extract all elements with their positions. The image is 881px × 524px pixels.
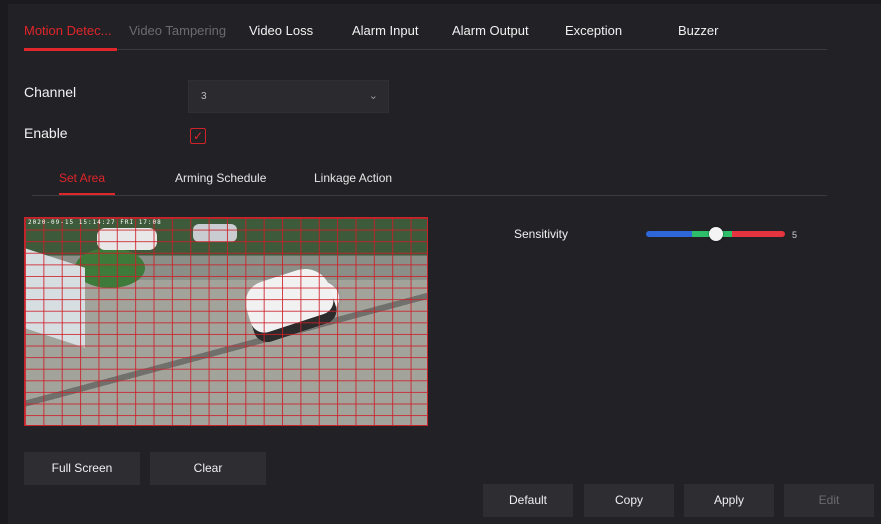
channel-select[interactable]: 3 ⌄ [188, 80, 389, 113]
channel-select-value: 3 [201, 91, 207, 102]
sensitivity-slider-knob[interactable] [709, 227, 723, 241]
clear-button[interactable]: Clear [150, 452, 266, 485]
channel-label: Channel [24, 84, 77, 100]
sensitivity-label: Sensitivity [514, 227, 569, 241]
video-osd-timestamp: 2020-09-15 15:14:27 FRI 17:08 [28, 219, 162, 226]
chevron-down-icon: ⌄ [368, 90, 378, 102]
checkmark-icon: ✓ [192, 129, 204, 143]
tab-alarm-input[interactable]: Alarm Input [352, 23, 418, 38]
motion-area-video-preview[interactable]: 2020-09-15 15:14:27 FRI 17:08 [24, 217, 428, 426]
enable-checkbox[interactable]: ✓ [190, 128, 206, 144]
subtab-linkage-action[interactable]: Linkage Action [314, 171, 392, 185]
apply-button[interactable]: Apply [684, 484, 774, 517]
alarm-tab-bar: Motion Detec... Video Tampering Video Lo… [24, 4, 827, 51]
copy-button[interactable]: Copy [584, 484, 674, 517]
enable-label: Enable [24, 125, 68, 141]
default-button[interactable]: Default [483, 484, 573, 517]
active-tab-indicator [24, 48, 117, 51]
tab-buzzer[interactable]: Buzzer [678, 23, 718, 38]
sensitivity-value: 5 [792, 230, 798, 240]
tab-alarm-output[interactable]: Alarm Output [452, 23, 529, 38]
subtab-arming-schedule[interactable]: Arming Schedule [175, 171, 266, 185]
tab-motion-detection[interactable]: Motion Detec... [24, 23, 111, 38]
tab-video-loss[interactable]: Video Loss [249, 23, 313, 38]
motion-subtab-bar: Set Area Arming Schedule Linkage Action [32, 156, 827, 196]
tab-exception[interactable]: Exception [565, 23, 622, 38]
full-screen-button[interactable]: Full Screen [24, 452, 140, 485]
motion-detection-panel: Motion Detec... Video Tampering Video Lo… [8, 4, 881, 524]
sensitivity-slider[interactable] [646, 227, 785, 241]
motion-area-grid[interactable] [25, 218, 427, 425]
subtab-set-area[interactable]: Set Area [59, 171, 105, 185]
active-subtab-indicator [59, 193, 115, 195]
edit-button[interactable]: Edit [784, 484, 874, 517]
tab-video-tampering[interactable]: Video Tampering [129, 23, 226, 38]
